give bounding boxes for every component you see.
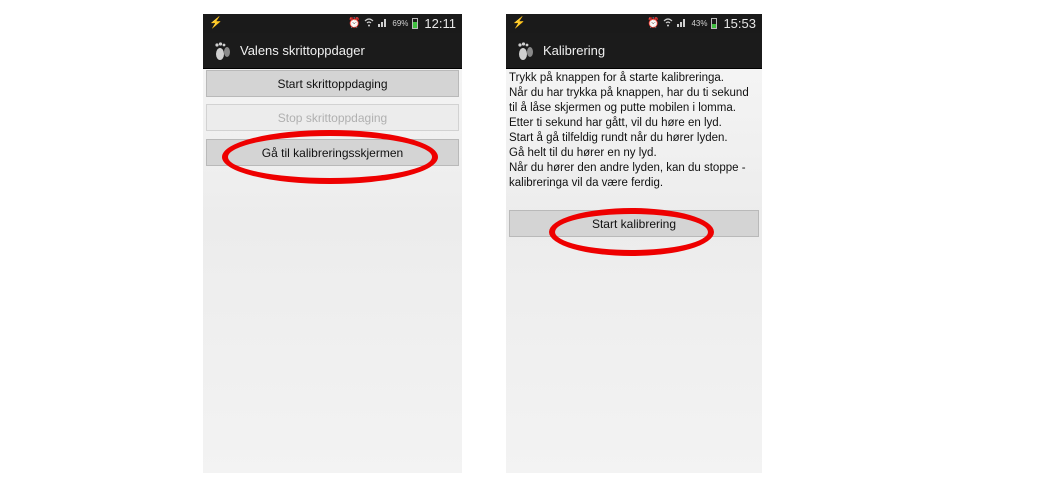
start-calibration-button[interactable]: Start kalibrering — [509, 210, 759, 237]
wifi-icon — [663, 17, 673, 30]
instruction-line: Trykk på knappen for å starte kalibrerin… — [509, 72, 724, 84]
battery-percentage: 69% — [392, 19, 409, 28]
instruction-line: Når du har trykka på knappen, har du ti … — [509, 87, 749, 114]
clock: 12:11 — [424, 16, 456, 31]
clock: 15:53 — [723, 16, 756, 31]
screen-title: Kalibrering — [543, 43, 606, 58]
stop-step-detection-button[interactable]: Stop skrittoppdaging — [206, 104, 459, 131]
right-phone-screen: ⚡ ⏰ 43% 15:53 Kalibrering Trykk på knapp… — [506, 14, 762, 473]
signal-icon — [677, 17, 687, 30]
status-icons: ⏰ 69% 12:11 — [348, 15, 456, 32]
lightning-icon: ⚡ — [512, 17, 526, 29]
status-bar: ⚡ ⏰ 69% 12:11 — [203, 14, 462, 33]
left-phone-screen: ⚡ ⏰ 69% 12:11 Valens skrittoppdager Star… — [203, 14, 462, 473]
start-step-detection-button[interactable]: Start skrittoppdaging — [206, 70, 459, 97]
signal-icon — [378, 17, 388, 30]
footprint-icon — [515, 40, 537, 62]
status-bar: ⚡ ⏰ 43% 15:53 — [506, 14, 762, 33]
instruction-line: Gå helt til du hører en ny lyd. — [509, 147, 657, 159]
battery-percentage: 43% — [691, 19, 708, 28]
status-icons: ⏰ 43% 15:53 — [647, 15, 756, 32]
instruction-line: Når du hører den andre lyden, kan du sto… — [509, 162, 746, 189]
go-to-calibration-button[interactable]: Gå til kalibreringsskjermen — [206, 139, 459, 166]
alarm-icon: ⏰ — [347, 18, 361, 29]
battery-icon — [412, 18, 419, 29]
footprint-icon — [212, 40, 234, 62]
wifi-icon — [364, 17, 374, 30]
instruction-line: Etter ti sekund har gått, vil du høre en… — [509, 117, 722, 129]
app-title: Valens skrittoppdager — [240, 43, 365, 58]
lightning-icon: ⚡ — [209, 17, 223, 29]
alarm-icon: ⏰ — [646, 18, 660, 29]
action-bar: Valens skrittoppdager — [203, 33, 462, 69]
calibration-instructions: Trykk på knappen for å starte kalibrerin… — [509, 71, 759, 191]
action-bar: Kalibrering — [506, 33, 762, 69]
battery-icon — [711, 18, 718, 29]
instruction-line: Start å gå tilfeldig rundt når du hører … — [509, 132, 728, 144]
